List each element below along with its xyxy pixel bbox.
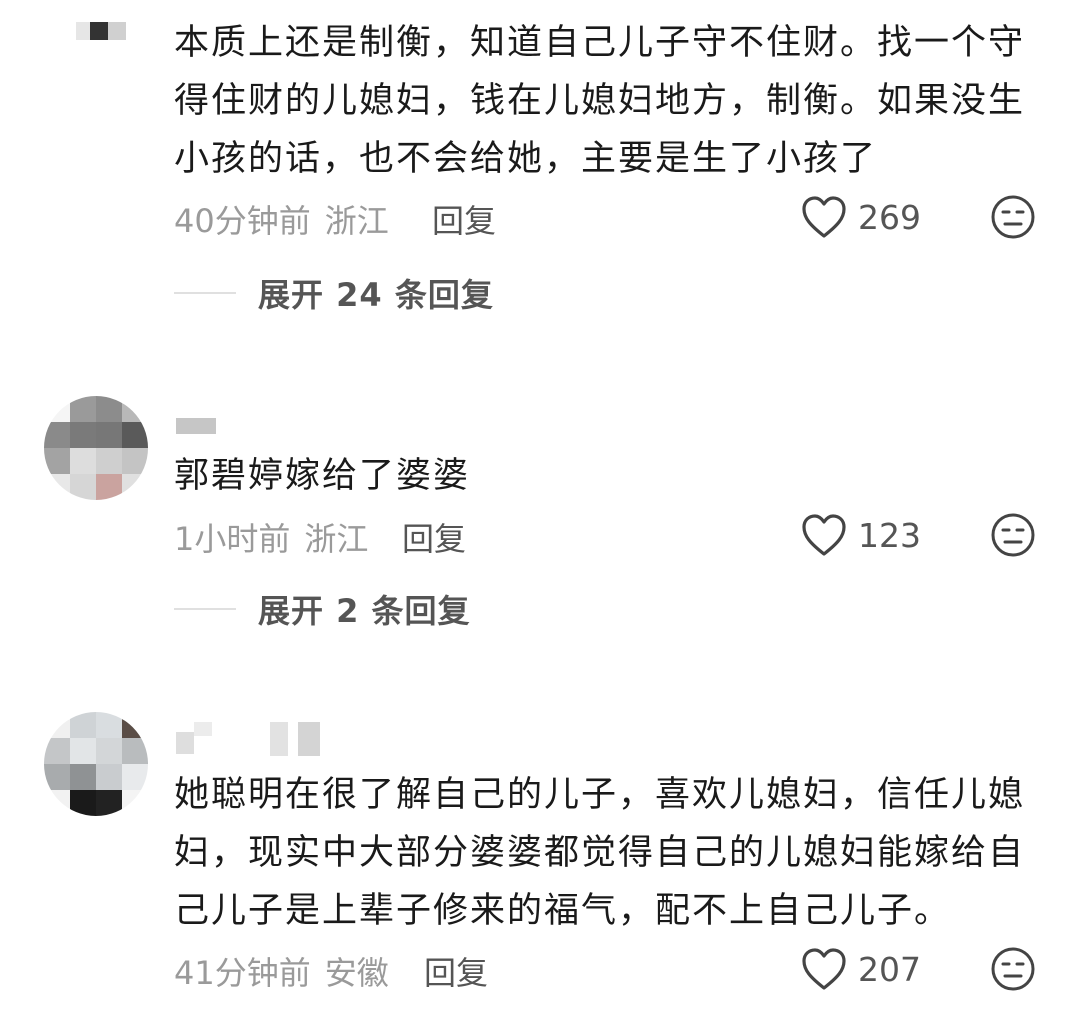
neutral-face-icon	[991, 513, 1035, 557]
comment-text: 本质上还是制衡，知道自己儿子守不住财。找一个守得住财的儿媳妇，钱在儿媳妇地方，制…	[174, 23, 1026, 179]
comment-time: 1小时前	[174, 520, 291, 558]
dislike-button[interactable]	[990, 946, 1036, 996]
neutral-face-icon	[991, 947, 1035, 991]
expand-replies-label: 展开 24 条回复	[258, 276, 494, 314]
comment-time: 41分钟前	[174, 954, 311, 992]
neutral-face-icon	[991, 195, 1035, 239]
reply-button[interactable]: 回复	[402, 514, 466, 560]
avatar[interactable]	[44, 712, 148, 816]
expand-replies-button[interactable]: 展开 2 条回复	[174, 586, 471, 632]
divider-line	[174, 292, 236, 294]
dislike-button[interactable]	[990, 512, 1036, 562]
comment-location: 安徽	[324, 954, 389, 992]
reply-button[interactable]: 回复	[424, 948, 488, 994]
username-blurred[interactable]	[176, 418, 216, 434]
heart-outline-icon	[802, 948, 846, 990]
comment-time: 40分钟前	[174, 202, 311, 240]
comment-location: 浙江	[304, 520, 369, 558]
expand-replies-label: 展开 2 条回复	[258, 592, 471, 630]
comment-location: 浙江	[324, 202, 389, 240]
comment-meta: 40分钟前 浙江	[174, 196, 389, 242]
comment-text: 她聪明在很了解自己的儿子，喜欢儿媳妇，信任儿媳妇，现实中大部分婆婆都觉得自己的儿…	[174, 775, 1026, 931]
heart-outline-icon	[802, 514, 846, 556]
comment-text: 郭碧婷嫁给了婆婆	[174, 456, 471, 496]
comment-meta: 1小时前 浙江	[174, 514, 368, 560]
like-button[interactable]: 269	[800, 194, 921, 240]
reply-button[interactable]: 回复	[432, 196, 496, 242]
like-count: 269	[858, 197, 921, 237]
dislike-button[interactable]	[990, 194, 1036, 244]
like-button[interactable]: 123	[800, 512, 921, 558]
comment-meta: 41分钟前 安徽	[174, 948, 389, 994]
like-count: 123	[858, 515, 921, 555]
like-button[interactable]: 207	[800, 946, 921, 992]
heart-outline-icon	[802, 196, 846, 238]
expand-replies-button[interactable]: 展开 24 条回复	[174, 270, 494, 316]
divider-line	[174, 608, 236, 610]
avatar[interactable]	[44, 396, 148, 500]
like-count: 207	[858, 949, 921, 989]
